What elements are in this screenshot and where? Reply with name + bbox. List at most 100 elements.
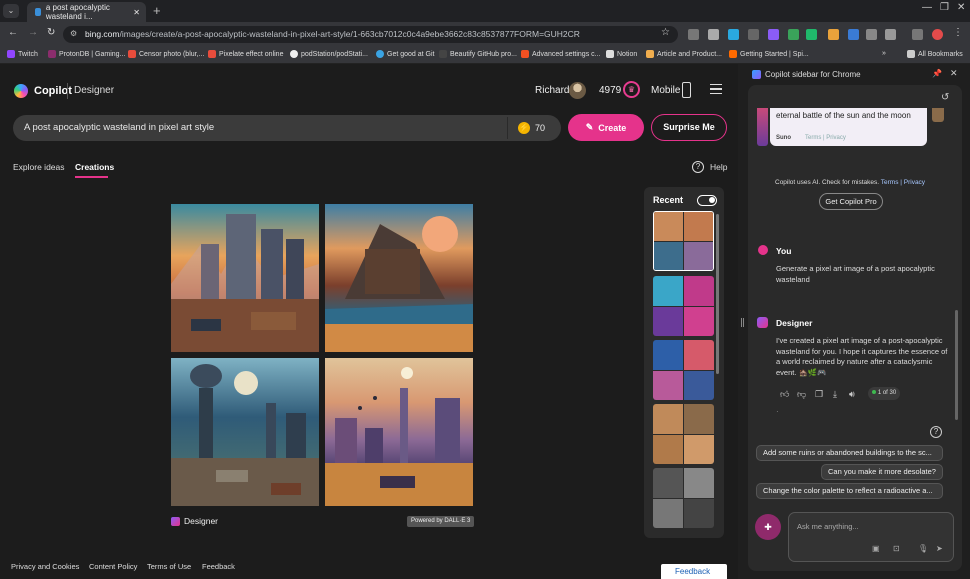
- rewards-trophy-icon[interactable]: ♛: [623, 81, 640, 98]
- close-window-icon[interactable]: ✕: [957, 2, 965, 13]
- extension-icon[interactable]: [768, 29, 779, 40]
- bookmark-item[interactable]: Pixelate effect online: [208, 50, 283, 58]
- help-link[interactable]: ? Help: [692, 161, 727, 173]
- bookmark-item[interactable]: Twitch: [7, 50, 38, 58]
- song-card-art[interactable]: [757, 108, 768, 146]
- send-icon[interactable]: ➤: [936, 544, 943, 553]
- bookmark-item[interactable]: podStation/podStati...: [290, 50, 368, 58]
- feedback-link[interactable]: Feedback: [202, 562, 235, 571]
- recent-scrollbar[interactable]: [716, 214, 719, 374]
- bookmark-item[interactable]: Get good at Git: [376, 50, 434, 58]
- image-upload-icon[interactable]: ▣: [872, 544, 880, 553]
- next-card-thumbnail[interactable]: [932, 108, 944, 122]
- close-sidebar-icon[interactable]: ✕: [950, 68, 958, 79]
- content-policy-link[interactable]: Content Policy: [89, 562, 137, 571]
- bookmark-favicon-icon: [208, 50, 216, 58]
- prompt-input[interactable]: A post apocalyptic wasteland in pixel ar…: [13, 115, 561, 141]
- suggestion-chip[interactable]: Change the color palette to reflect a ra…: [756, 483, 943, 499]
- maximize-icon[interactable]: ❐: [940, 2, 949, 13]
- help-icon[interactable]: ?: [930, 426, 942, 438]
- extensions-puzzle-icon[interactable]: [866, 29, 877, 40]
- hamburger-menu-icon[interactable]: [710, 84, 722, 94]
- minimize-icon[interactable]: —: [922, 2, 932, 13]
- copilot-logo[interactable]: Copilot: [14, 84, 72, 98]
- generated-image-4[interactable]: [325, 358, 473, 506]
- surprise-me-button[interactable]: Surprise Me: [651, 114, 727, 141]
- back-icon[interactable]: ←: [8, 27, 18, 38]
- bookmark-item[interactable]: Censor photo (blur,...: [128, 50, 204, 58]
- extension-icon[interactable]: [788, 29, 799, 40]
- github-icon: [290, 50, 298, 58]
- thumbs-down-icon[interactable]: 👎︎: [797, 389, 806, 400]
- recent-thumbnail[interactable]: [653, 468, 714, 528]
- new-tab-button[interactable]: +: [153, 3, 161, 18]
- brush-icon: ✎: [585, 122, 594, 132]
- suggestion-chip[interactable]: Can you make it more desolate?: [821, 464, 943, 480]
- avatar[interactable]: [569, 82, 586, 99]
- get-copilot-pro-button[interactable]: Get Copilot Pro: [819, 193, 883, 210]
- sidebar-resize-handle[interactable]: [741, 318, 744, 327]
- create-button[interactable]: ✎ Create: [568, 114, 644, 141]
- extension-icon[interactable]: [848, 29, 859, 40]
- song-card[interactable]: eternal battle of the sun and the moon: [770, 108, 927, 146]
- download-icon[interactable]: ⤓: [833, 389, 837, 400]
- generated-image-1[interactable]: [171, 204, 319, 352]
- notion-icon: [606, 50, 614, 58]
- close-tab-icon[interactable]: ✕: [133, 8, 140, 17]
- generated-image-3[interactable]: [171, 358, 319, 506]
- more-bookmarks-icon[interactable]: »: [882, 50, 886, 57]
- browser-tab[interactable]: a post apocalyptic wasteland i... ✕: [27, 2, 146, 22]
- tab-creations[interactable]: Creations: [75, 162, 114, 172]
- extension-icon[interactable]: [708, 29, 719, 40]
- extension-icon[interactable]: [688, 29, 699, 40]
- phone-icon[interactable]: [682, 82, 691, 98]
- all-bookmarks[interactable]: All Bookmarks: [907, 50, 963, 58]
- bookmark-item[interactable]: Notion: [606, 50, 637, 58]
- thumbs-up-icon[interactable]: 👍︎: [780, 389, 789, 400]
- new-topic-button[interactable]: ✚: [755, 514, 781, 540]
- recent-thumbnail[interactable]: [653, 276, 714, 336]
- forward-icon[interactable]: →: [28, 27, 38, 38]
- privacy-link[interactable]: Privacy and Cookies: [11, 562, 79, 571]
- recent-toggle[interactable]: [697, 195, 717, 206]
- bookmark-item[interactable]: Beautify GitHub pro...: [439, 50, 517, 58]
- bookmark-item[interactable]: ProtonDB | Gaming...: [48, 50, 125, 58]
- download-icon[interactable]: [912, 29, 923, 40]
- history-icon[interactable]: ↺: [941, 92, 949, 103]
- profile-avatar-icon[interactable]: [932, 29, 943, 40]
- user-name[interactable]: Richard: [535, 85, 569, 96]
- rewards-points[interactable]: 4979: [599, 85, 621, 96]
- recent-thumbnail[interactable]: [653, 211, 714, 271]
- extension-icon[interactable]: [828, 29, 839, 40]
- bookmark-star-icon[interactable]: ☆: [661, 27, 670, 38]
- copy-icon[interactable]: ❐: [815, 389, 823, 400]
- reload-icon[interactable]: ↻: [47, 27, 55, 38]
- side-panel-icon[interactable]: [885, 29, 896, 40]
- terms-link[interactable]: Terms of Use: [147, 562, 191, 571]
- extension-icon[interactable]: [806, 29, 817, 40]
- card-links[interactable]: Terms | Privacy: [805, 135, 846, 141]
- bookmark-item[interactable]: Advanced settings c...: [521, 50, 600, 58]
- tab-search-button[interactable]: ⌄: [3, 4, 19, 18]
- chat-input[interactable]: Ask me anything...: [788, 512, 954, 562]
- kebab-menu-icon[interactable]: ⋮: [953, 27, 963, 38]
- mobile-link[interactable]: Mobile: [651, 85, 680, 96]
- chat-scrollbar[interactable]: [955, 310, 958, 420]
- recent-thumbnail[interactable]: [653, 404, 714, 464]
- generated-image-2[interactable]: [325, 204, 473, 352]
- tab-explore-ideas[interactable]: Explore ideas: [13, 162, 65, 172]
- bookmark-item[interactable]: Getting Started | Spi...: [729, 50, 809, 58]
- feedback-button[interactable]: Feedback: [661, 564, 727, 579]
- microphone-icon[interactable]: 🎙︎: [918, 544, 928, 553]
- pin-icon[interactable]: 📌: [932, 69, 942, 78]
- address-bar[interactable]: bing.com/images/create/a-post-apocalypti…: [63, 26, 678, 43]
- bookmark-item[interactable]: Article and Product...: [646, 50, 722, 58]
- extension-icon[interactable]: [728, 29, 739, 40]
- terms-privacy-links[interactable]: Terms | Privacy: [881, 179, 925, 186]
- recent-thumbnail[interactable]: [653, 340, 714, 400]
- speaker-icon[interactable]: 🔊︎: [849, 389, 855, 400]
- extension-icon[interactable]: [748, 29, 759, 40]
- site-info-icon[interactable]: ⚙: [70, 29, 77, 38]
- suggestion-chip[interactable]: Add some ruins or abandoned buildings to…: [756, 445, 943, 461]
- screenshot-icon[interactable]: ⊡: [893, 544, 900, 553]
